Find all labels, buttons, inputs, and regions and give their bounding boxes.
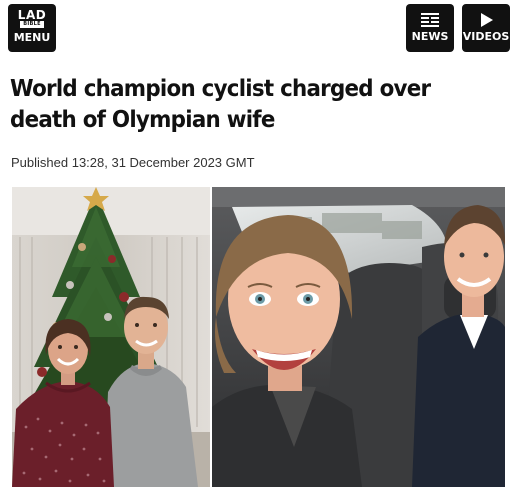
menu-logo-button[interactable]: LAD BIBLE MENU [8, 4, 56, 52]
videos-button[interactable]: VIDEOS [462, 4, 510, 52]
play-icon [462, 12, 510, 28]
menu-label: MENU [13, 31, 51, 44]
couple-christmas-tree-photo [12, 187, 210, 487]
published-timestamp: Published 13:28, 31 December 2023 GMT [11, 155, 255, 170]
videos-label: VIDEOS [462, 30, 510, 43]
news-button[interactable]: NEWS [406, 4, 454, 52]
logo-text-lad: LAD [17, 8, 47, 22]
couple-car-selfie-photo [212, 187, 505, 487]
news-icon [406, 12, 454, 28]
news-label: NEWS [411, 30, 449, 43]
logo-text-bible: BIBLE [20, 21, 44, 28]
article-headline: World champion cyclist charged over deat… [10, 76, 431, 133]
site-header: LAD BIBLE MENU NEWS VIDEOS [0, 0, 516, 56]
